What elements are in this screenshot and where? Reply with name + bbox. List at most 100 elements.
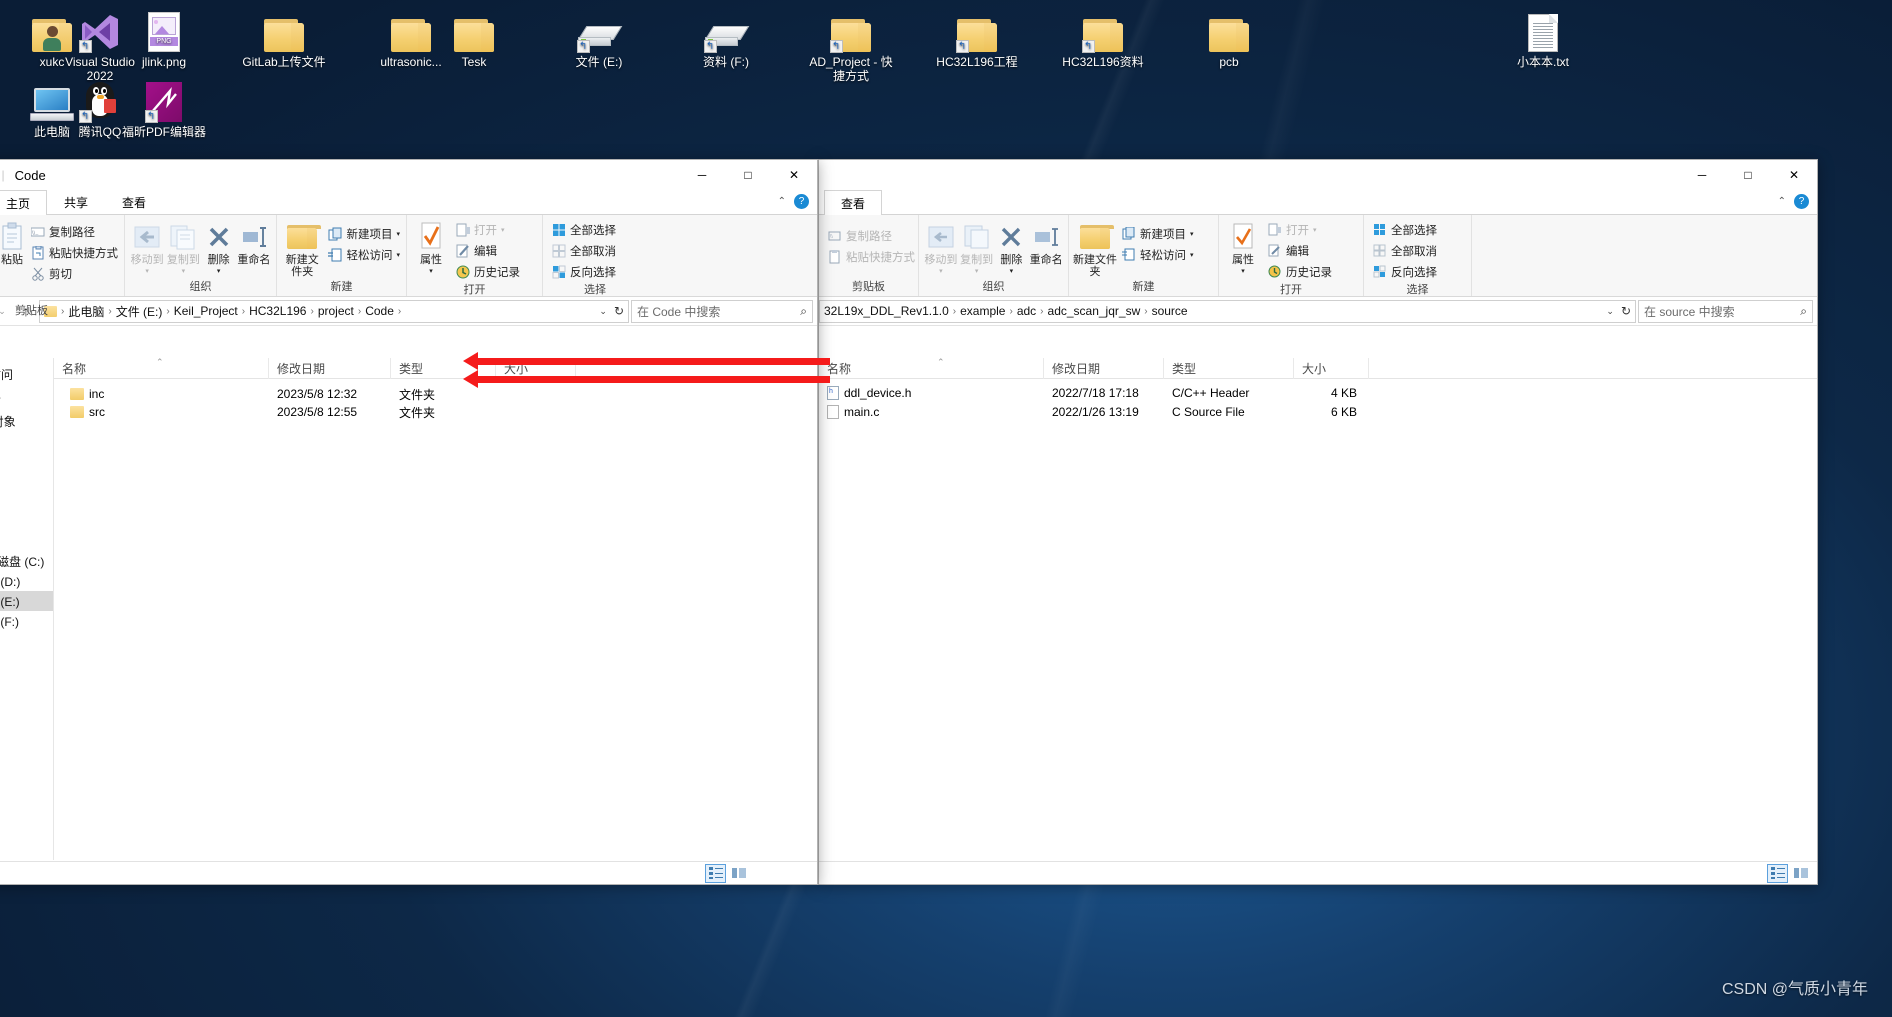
desktop-icon-notes-txt[interactable]: 小本本.txt [1497, 6, 1589, 69]
window1-row1-name[interactable]: src [54, 405, 269, 419]
easy-access-button[interactable]: 轻松访问 ▾ [327, 245, 400, 264]
desktop-icon-hc32l196-project[interactable]: HC32L196工程 [931, 6, 1023, 69]
paste-shortcut-button[interactable]: 粘贴快捷方式 [30, 243, 118, 262]
desktop-icon-tesk[interactable]: Tesk [428, 6, 520, 69]
tab-home[interactable]: 主页 [0, 190, 48, 215]
window1-row0-name[interactable]: inc [54, 387, 269, 401]
rename-button[interactable]: 重命名 [236, 218, 272, 266]
edit-button[interactable]: 编辑 [455, 241, 520, 260]
window2-new-item-button[interactable]: 新建项目 ▾ [1121, 224, 1194, 243]
search-icon[interactable]: ⌕ [800, 304, 807, 319]
select-all-button[interactable]: 全部选择 [551, 220, 616, 239]
window1-column-date[interactable]: 修改日期 [269, 357, 391, 379]
window2-details-view-button[interactable] [1767, 863, 1788, 883]
desktop-icon-pcb[interactable]: pcb [1183, 6, 1275, 69]
desktop-icon-gitlab-upload[interactable]: GitLab上传文件 [238, 6, 330, 69]
invert-selection-button[interactable]: 反向选择 [551, 262, 616, 281]
window2-properties-button[interactable]: 属性 ▾ [1223, 218, 1263, 278]
window2-row0-name[interactable]: h ddl_device.h [819, 385, 1044, 400]
window2-column-size[interactable]: 大小 [1294, 357, 1369, 379]
window2-select-none-button[interactable]: 全部取消 [1372, 241, 1437, 260]
desktop-icon-foxit-pdf[interactable]: 福昕PDF编辑器 [118, 76, 210, 139]
window1-search-input[interactable]: 在 Code 中搜索 [637, 303, 800, 320]
explorer-window-source[interactable]: ─ □ ✕ 查看 ⌃ ? \\ 复制路径 粘贴快捷方式 剪贴板 移动到 ▾ 复制… [818, 159, 1818, 885]
window1-refresh-icon[interactable]: ↻ [614, 304, 624, 318]
window2-help-icon[interactable]: ? [1794, 194, 1809, 209]
window2-copy-path-button[interactable]: \\ 复制路径 [827, 226, 915, 245]
sidebar-item-videos[interactable]: 视频 [0, 431, 53, 451]
window2-address-dropdown-icon[interactable]: ⌄ [1606, 306, 1614, 317]
window2-crumb-1[interactable]: example [960, 304, 1005, 318]
sidebar-item-this-pc[interactable]: 此电脑 [0, 391, 53, 411]
window1-crumb-2[interactable]: Keil_Project [174, 304, 238, 318]
table-row[interactable]: main.c 2022/1/26 13:19 C Source File 6 K… [819, 402, 1817, 421]
window1-large-icons-view-button[interactable] [728, 864, 749, 883]
properties-button[interactable]: 属性 ▾ [411, 218, 451, 278]
window1-crumb-3[interactable]: HC32L196 [249, 304, 306, 318]
window2-row1-name[interactable]: main.c [819, 404, 1044, 419]
window1-crumb-1[interactable]: 文件 (E:) [116, 303, 163, 320]
window1-column-type[interactable]: 类型 [391, 357, 496, 379]
window2-tab-view[interactable]: 查看 [824, 190, 883, 215]
move-to-button[interactable]: 移动到 ▾ [129, 218, 165, 278]
desktop-icon-drive-e[interactable]: 文件 (E:) [553, 6, 645, 69]
window1-help-icon[interactable]: ? [794, 194, 809, 209]
copy-to-button[interactable]: 复制到 ▾ [165, 218, 201, 278]
window1-breadcrumb[interactable]: › 此电脑 › 文件 (E:) › Keil_Project › HC32L19… [39, 299, 629, 323]
select-none-button[interactable]: 全部取消 [551, 241, 616, 260]
table-row[interactable]: inc 2023/5/8 12:32 文件夹 [54, 385, 817, 403]
table-row[interactable]: h ddl_device.h 2022/7/18 17:18 C/C++ Hea… [819, 383, 1817, 402]
copy-path-button[interactable]: \\.. 复制路径 [30, 222, 118, 241]
window2-copy-to-button[interactable]: 复制到 ▾ [959, 218, 995, 278]
new-folder-button[interactable]: 新建文件夹 [281, 218, 323, 278]
window2-crumb-2[interactable]: adc [1017, 304, 1036, 318]
tab-view[interactable]: 查看 [105, 189, 163, 214]
sidebar-item-3d-objects[interactable]: 3D 对象 [0, 411, 53, 431]
window2-column-name[interactable]: ⌃ 名称 [819, 357, 1044, 379]
new-item-button[interactable]: 新建项目 ▾ [327, 224, 400, 243]
window1-search-box[interactable]: 在 Code 中搜索 ⌕ [631, 299, 813, 323]
window1-column-size[interactable]: 大小 [496, 357, 576, 379]
desktop-icon-drive-f[interactable]: 资料 (F:) [680, 6, 772, 69]
window2-crumb-3[interactable]: adc_scan_jqr_sw [1048, 304, 1141, 318]
window2-collapse-ribbon-icon[interactable]: ⌃ [1778, 196, 1786, 207]
window1-close-button[interactable]: ✕ [771, 160, 817, 190]
desktop-icon-jlink-png[interactable]: PNG jlink.png [118, 6, 210, 69]
window2-large-icons-view-button[interactable] [1790, 864, 1811, 883]
cut-button[interactable]: 剪切 [30, 264, 118, 283]
window1-address-dropdown-icon[interactable]: ⌄ [599, 306, 607, 317]
table-row[interactable]: src 2023/5/8 12:55 文件夹 [54, 403, 817, 421]
sidebar-item-quick-access[interactable]: 快速访问 [0, 364, 53, 384]
window2-crumb-0[interactable]: 32L19x_DDL_Rev1.1.0 [824, 304, 949, 318]
window1-titlebar[interactable]: ✓ ▾ | Code ─ □ ✕ [0, 160, 817, 190]
window2-column-date[interactable]: 修改日期 [1044, 357, 1164, 379]
window2-column-type[interactable]: 类型 [1164, 357, 1294, 379]
window1-collapse-ribbon-icon[interactable]: ⌃ [778, 196, 786, 207]
sidebar-item-music[interactable]: 音乐 [0, 511, 53, 531]
sidebar-item-drive-f[interactable]: 资料 (F:) [0, 611, 53, 631]
open-button[interactable]: 打开 ▾ [455, 220, 520, 239]
window2-minimize-button[interactable]: ─ [1679, 160, 1725, 190]
window2-maximize-button[interactable]: □ [1725, 160, 1771, 190]
window2-close-button[interactable]: ✕ [1771, 160, 1817, 190]
explorer-window-code[interactable]: ✓ ▾ | Code ─ □ ✕ 文件 主页 共享 查看 ⌃ ? [0, 159, 818, 885]
tab-share[interactable]: 共享 [47, 189, 105, 214]
sidebar-item-desktop[interactable]: 桌面 [0, 531, 53, 551]
window2-move-to-button[interactable]: 移动到 ▾ [923, 218, 959, 278]
window2-select-all-button[interactable]: 全部选择 [1372, 220, 1437, 239]
window2-search-input[interactable]: 在 source 中搜索 [1644, 303, 1800, 320]
paste-button[interactable]: 粘贴 [0, 218, 26, 266]
history-button[interactable]: 历史记录 [455, 262, 520, 281]
window1-details-view-button[interactable] [705, 863, 726, 883]
window2-titlebar[interactable]: ─ □ ✕ [819, 160, 1817, 190]
window2-crumb-4[interactable]: source [1152, 304, 1188, 318]
desktop-icon-ad-project[interactable]: AD_Project - 快捷方式 [805, 6, 897, 83]
sidebar-item-drive-e[interactable]: 文件 (E:) [0, 591, 53, 611]
window2-new-folder-button[interactable]: 新建文件夹 [1073, 218, 1117, 278]
window2-refresh-icon[interactable]: ↻ [1621, 304, 1631, 318]
window1-column-name[interactable]: ⌃ 名称 [54, 357, 269, 379]
sidebar-item-network[interactable]: 网络 [0, 639, 53, 659]
search-icon[interactable]: ⌕ [1800, 304, 1807, 319]
window2-search-box[interactable]: 在 source 中搜索 ⌕ [1638, 299, 1813, 323]
quick-access-toolbar[interactable]: ✓ ▾ | [0, 168, 5, 183]
